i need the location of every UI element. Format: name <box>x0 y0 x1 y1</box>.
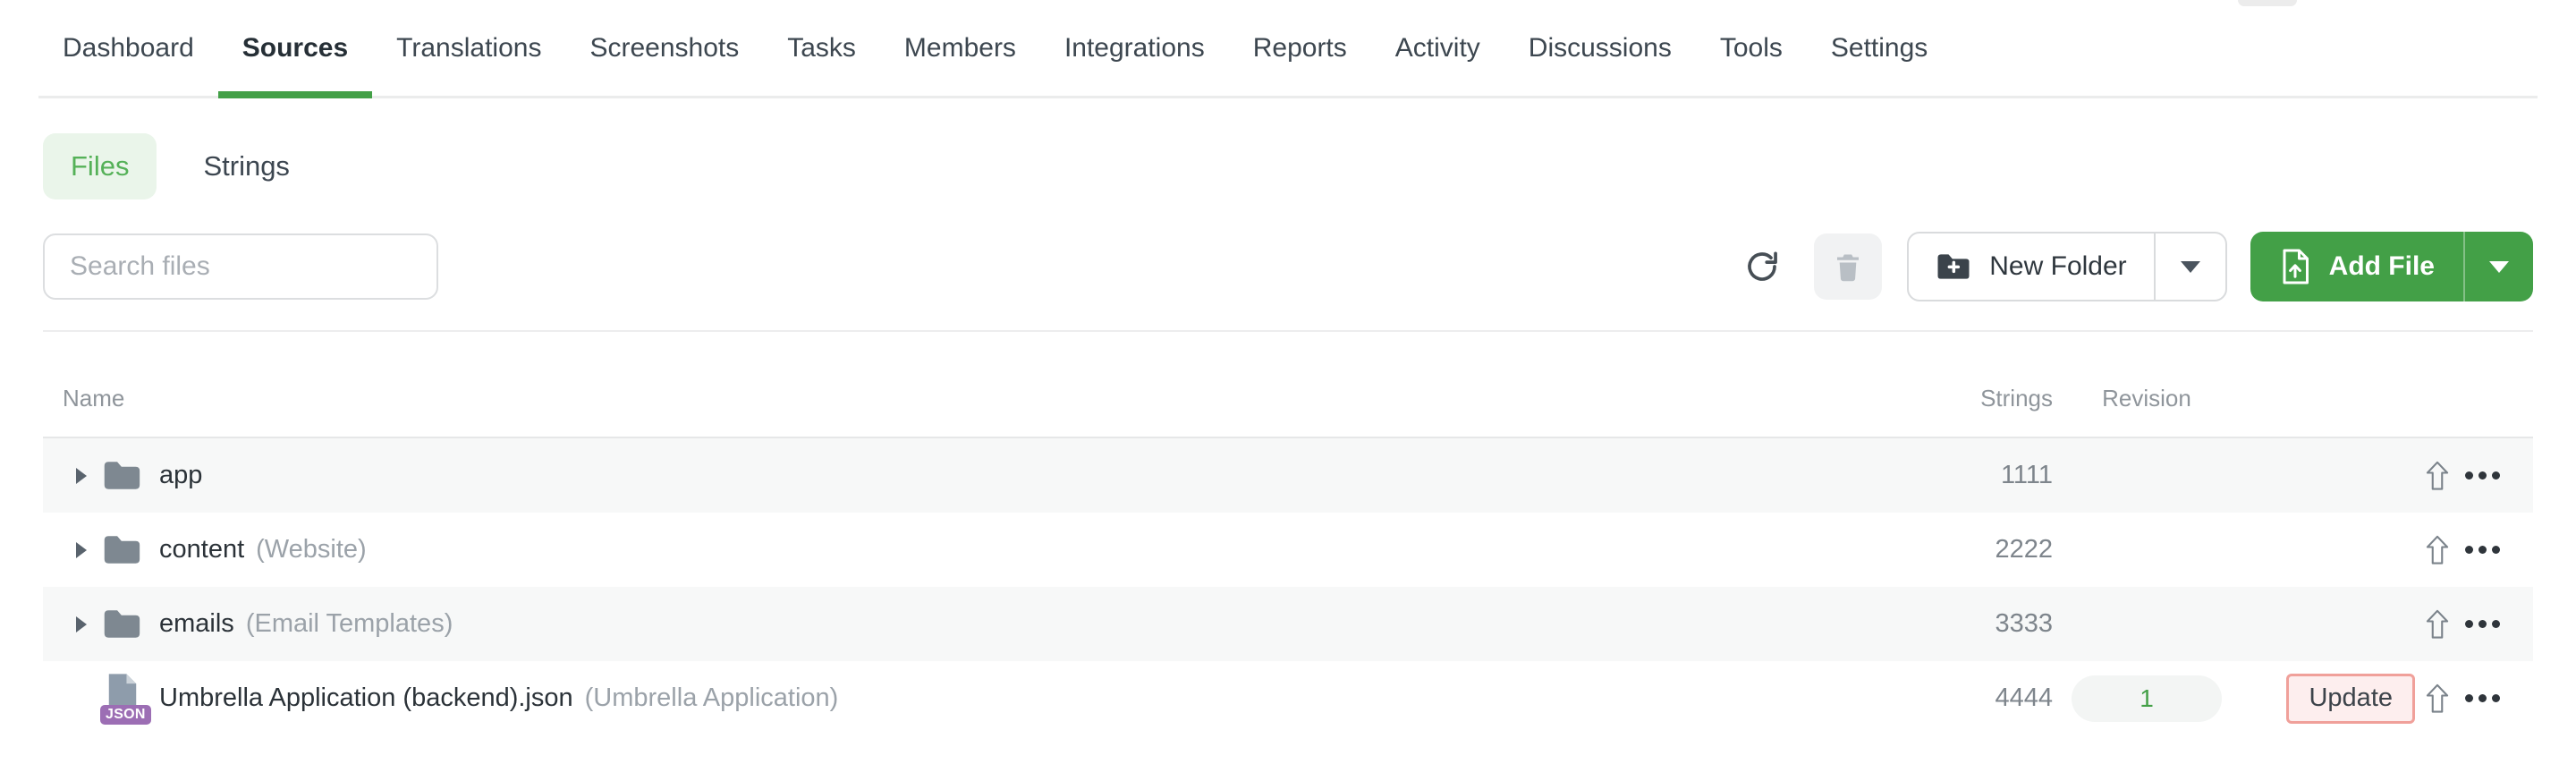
tab-tools[interactable]: Tools <box>1696 33 1807 96</box>
name-cell: JSON Umbrella Application (backend).json… <box>43 673 1874 725</box>
add-file-split-button: Add File <box>2250 232 2533 301</box>
row-menu-button[interactable] <box>2464 546 2500 554</box>
folder-name: app <box>159 461 203 489</box>
files-table: Name Strings Revision app 1111 content (… <box>43 332 2533 735</box>
column-header-revision: Revision <box>2102 385 2191 412</box>
files-toolbar: New Folder Add File <box>43 231 2533 302</box>
search-input[interactable] <box>43 233 438 300</box>
project-sources-page: Dashboard Sources Translations Screensho… <box>0 0 2576 764</box>
file-type-badge: JSON <box>100 704 151 725</box>
folder-plus-icon <box>1936 251 1971 282</box>
folder-context: (Website) <box>256 535 367 564</box>
new-folder-split-button: New Folder <box>1907 232 2227 301</box>
update-file-button[interactable]: Update <box>2286 673 2415 724</box>
refresh-button[interactable] <box>1742 247 1782 286</box>
new-folder-dropdown-button[interactable] <box>2156 233 2225 300</box>
new-folder-label: New Folder <box>1989 251 2127 281</box>
upload-translations-button[interactable] <box>2425 459 2450 493</box>
add-file-button[interactable]: Add File <box>2250 232 2463 301</box>
row-menu-button[interactable] <box>2464 620 2500 628</box>
tab-dashboard[interactable]: Dashboard <box>38 33 218 96</box>
upload-arrow-icon <box>2426 535 2449 565</box>
chevron-right-icon <box>76 467 87 484</box>
ellipsis-icon <box>2464 620 2500 628</box>
table-body: app 1111 content (Website) 2222 emails (… <box>43 438 2533 735</box>
add-file-dropdown-button[interactable] <box>2465 232 2533 301</box>
tab-sources[interactable]: Sources <box>217 33 373 98</box>
project-nav: Dashboard Sources Translations Screensho… <box>38 0 2538 98</box>
row-menu-button[interactable] <box>2464 694 2500 702</box>
table-row-folder-content[interactable]: content (Website) 2222 <box>43 513 2533 587</box>
refresh-icon <box>1743 248 1781 285</box>
upload-translations-button[interactable] <box>2425 607 2450 641</box>
upload-translations-button[interactable] <box>2425 533 2450 567</box>
folder-icon <box>102 459 152 492</box>
file-name: Umbrella Application (backend).json <box>159 683 573 712</box>
chevron-right-icon <box>76 541 87 558</box>
revision-badge: 1 <box>2072 675 2222 722</box>
tab-screenshots[interactable]: Screenshots <box>565 33 763 96</box>
tab-tasks[interactable]: Tasks <box>763 33 880 96</box>
strings-count: 3333 <box>1995 609 2053 638</box>
row-menu-button[interactable] <box>2464 471 2500 480</box>
upload-arrow-icon <box>2426 609 2449 639</box>
ellipsis-icon <box>2464 694 2500 702</box>
expand-toggle[interactable] <box>61 615 102 632</box>
tab-reports[interactable]: Reports <box>1229 33 1371 96</box>
folder-name: emails <box>159 609 234 638</box>
upload-translations-button[interactable] <box>2425 682 2450 716</box>
strings-count: 4444 <box>1995 683 2053 712</box>
file-upload-icon <box>2279 248 2311 285</box>
strings-count: 1111 <box>2000 461 2053 489</box>
expand-toggle[interactable] <box>61 541 102 558</box>
name-cell: emails (Email Templates) <box>43 607 1874 641</box>
folder-name: content <box>159 535 245 564</box>
table-header: Name Strings Revision <box>43 332 2533 438</box>
name-cell: app <box>43 459 1874 492</box>
revision-cell: 1 <box>2066 675 2227 722</box>
toggle-strings[interactable]: Strings <box>203 150 289 183</box>
column-header-strings: Strings <box>1980 385 2053 412</box>
chevron-down-icon <box>2180 260 2200 273</box>
upload-arrow-icon <box>2426 461 2449 490</box>
expand-toggle[interactable] <box>61 467 102 484</box>
tab-integrations[interactable]: Integrations <box>1040 33 1229 96</box>
strings-count: 2222 <box>1995 535 2053 564</box>
delete-button[interactable] <box>1814 233 1883 300</box>
json-file-icon: JSON <box>100 673 152 725</box>
add-file-label: Add File <box>2328 251 2435 281</box>
tab-discussions[interactable]: Discussions <box>1504 33 1696 96</box>
chevron-down-icon <box>2489 260 2509 273</box>
new-folder-button[interactable]: New Folder <box>1909 233 2153 300</box>
trash-icon <box>1832 250 1864 283</box>
chevron-right-icon <box>76 615 87 632</box>
upload-arrow-icon <box>2426 683 2449 713</box>
file-context: (Umbrella Application) <box>584 683 839 712</box>
tab-activity[interactable]: Activity <box>1371 33 1504 96</box>
column-header-name: Name <box>63 385 125 412</box>
folder-icon <box>102 607 152 641</box>
cutoff-element-remnant <box>2238 0 2297 6</box>
tab-members[interactable]: Members <box>880 33 1040 96</box>
table-row-folder-emails[interactable]: emails (Email Templates) 3333 <box>43 587 2533 661</box>
toggle-files[interactable]: Files <box>43 133 157 199</box>
update-cell: Update <box>2227 673 2415 724</box>
folder-icon <box>102 533 152 566</box>
table-row-file-umbrella-application[interactable]: JSON Umbrella Application (backend).json… <box>43 661 2533 735</box>
tab-translations[interactable]: Translations <box>372 33 565 96</box>
folder-context: (Email Templates) <box>245 609 453 638</box>
view-toggle: Files Strings <box>43 133 2533 199</box>
table-row-folder-app[interactable]: app 1111 <box>43 438 2533 513</box>
name-cell: content (Website) <box>43 533 1874 566</box>
ellipsis-icon <box>2464 471 2500 480</box>
tab-settings[interactable]: Settings <box>1807 33 1952 96</box>
ellipsis-icon <box>2464 546 2500 554</box>
